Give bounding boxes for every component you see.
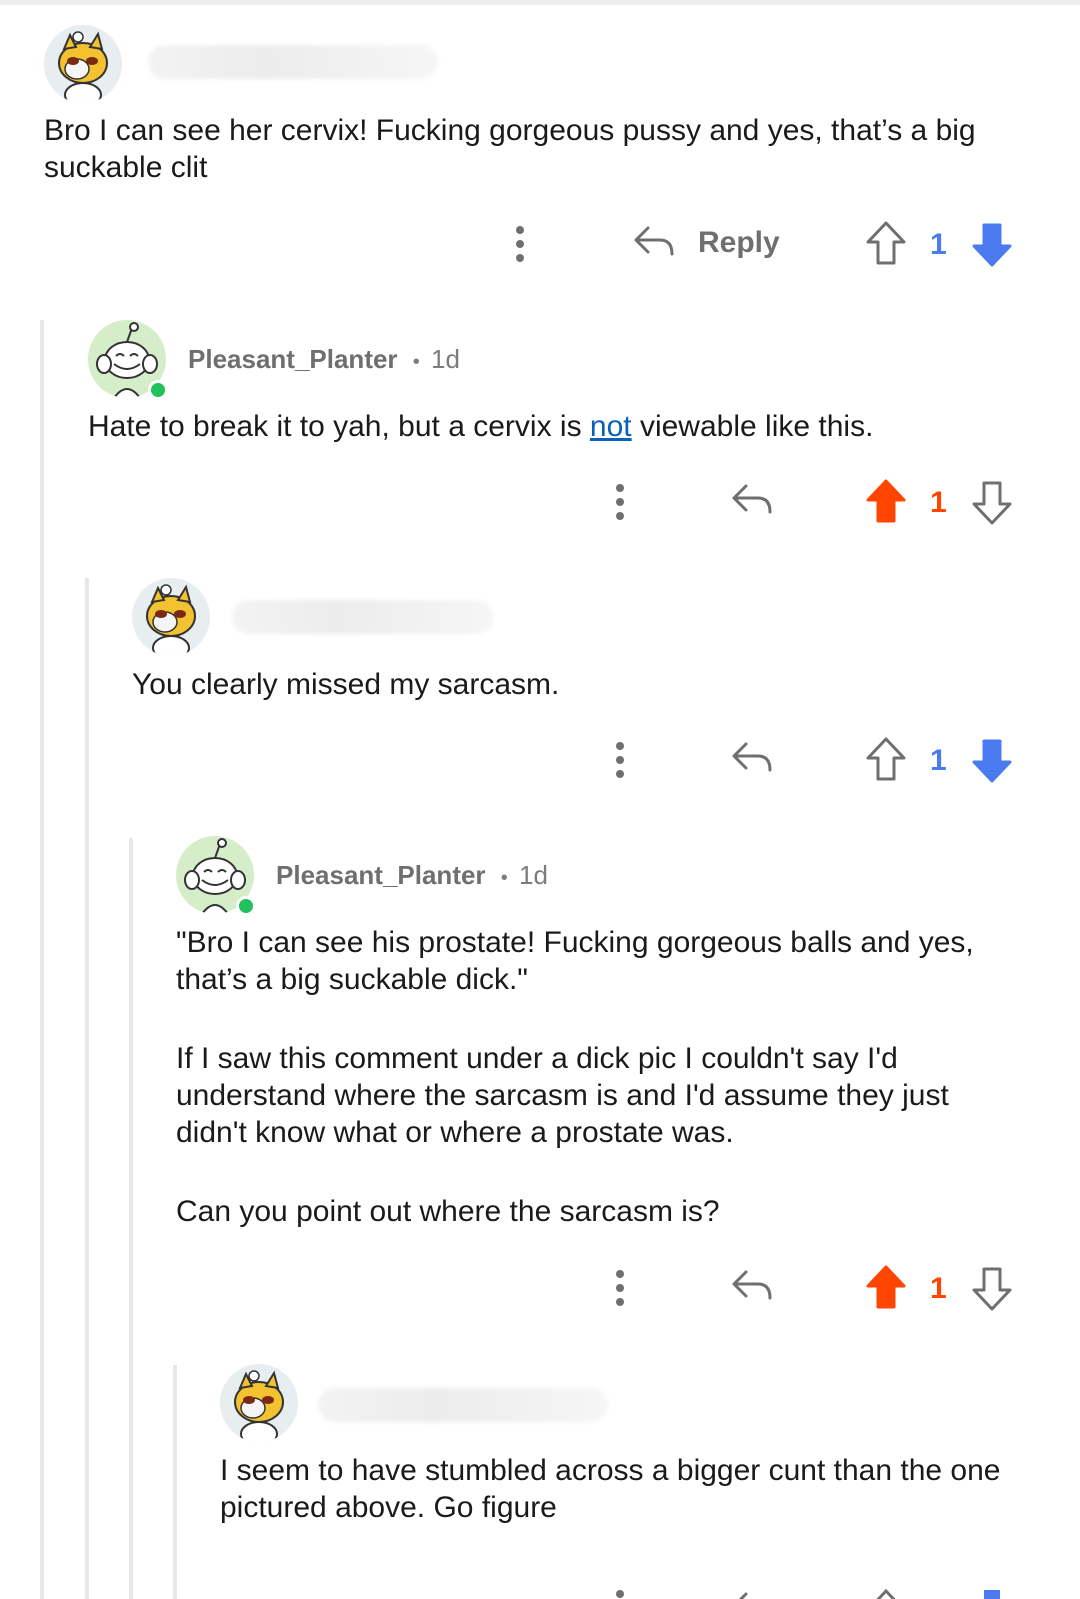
comment-actions: 1: [0, 476, 1080, 528]
comment-paragraph: Hate to break it to yah, but a cervix is…: [88, 408, 1038, 445]
reply-button[interactable]: Reply: [630, 218, 790, 270]
more-vertical-icon[interactable]: [505, 224, 535, 264]
snoo-avatar-icon: [146, 584, 196, 656]
reply-arrow-icon: [634, 226, 674, 256]
reply-arrow-icon[interactable]: [730, 740, 774, 776]
meta-separator: •: [412, 351, 420, 373]
vote-count: 1: [930, 228, 947, 261]
reply-arrow-icon[interactable]: [730, 1268, 774, 1304]
comment-age: 1d: [519, 860, 548, 890]
comment-meta: Pleasant_Planter • 1d: [188, 344, 460, 375]
vote-count: 1: [930, 744, 947, 777]
snoo-avatar-icon: [58, 31, 108, 103]
comment-paragraph: Bro I can see her cervix! Fucking gorgeo…: [44, 114, 976, 184]
comment-actions: [0, 1588, 1080, 1599]
redacted-username: [148, 45, 438, 79]
snoo-avatar-icon: [234, 1370, 284, 1442]
redacted-username: [232, 600, 494, 634]
username[interactable]: Pleasant_Planter: [188, 344, 398, 374]
upvote-arrow-icon[interactable]: [864, 220, 908, 266]
username[interactable]: Pleasant_Planter: [276, 860, 486, 890]
comment-body: I seem to have stumbled across a bigger …: [220, 1452, 1020, 1568]
thread-line-depth-3[interactable]: [129, 838, 133, 1599]
downvote-arrow-icon[interactable]: [970, 1588, 1014, 1599]
vote-count: 1: [930, 486, 947, 519]
comment-paragraph: Can you point out where the sarcasm is?: [176, 1195, 720, 1228]
more-vertical-icon[interactable]: [605, 1268, 635, 1308]
comment-actions: Reply 1: [0, 218, 1080, 270]
comment-paragraph: If I saw this comment under a dick pic I…: [176, 1042, 949, 1149]
body-link[interactable]: not: [590, 410, 632, 443]
upvote-arrow-icon[interactable]: [864, 736, 908, 782]
downvote-arrow-icon[interactable]: [970, 1266, 1014, 1312]
avatar[interactable]: [220, 1364, 298, 1442]
top-divider: [0, 0, 1080, 5]
comment-actions: 1: [0, 734, 1080, 786]
comment-body: Bro I can see her cervix! Fucking gorgeo…: [44, 112, 1034, 228]
more-vertical-icon[interactable]: [605, 482, 635, 522]
vote-count: 1: [930, 1272, 947, 1305]
reply-label: Reply: [698, 226, 780, 259]
downvote-arrow-icon[interactable]: [970, 738, 1014, 784]
redacted-username: [318, 1388, 608, 1422]
text-segment: viewable like this.: [631, 410, 874, 443]
thread-line-depth-2[interactable]: [85, 578, 89, 1599]
downvote-arrow-icon[interactable]: [970, 480, 1014, 526]
text-segment: Hate to break it to yah, but a cervix is: [88, 410, 590, 443]
comment-actions: 1: [0, 1262, 1080, 1314]
comment-paragraph: I seem to have stumbled across a bigger …: [220, 1454, 1001, 1524]
avatar[interactable]: [44, 25, 122, 103]
comment-meta: Pleasant_Planter • 1d: [276, 860, 548, 891]
meta-separator: •: [500, 867, 508, 889]
more-vertical-icon[interactable]: [605, 740, 635, 780]
online-status-indicator: [148, 380, 168, 400]
comment-paragraph: You clearly missed my sarcasm.: [132, 668, 560, 701]
comment-body: "Bro I can see his prostate! Fucking gor…: [176, 924, 1026, 1272]
upvote-arrow-icon[interactable]: [864, 1264, 908, 1310]
more-vertical-icon[interactable]: [605, 1588, 635, 1599]
upvote-arrow-icon[interactable]: [864, 478, 908, 524]
reply-arrow-icon[interactable]: [730, 1590, 774, 1599]
avatar[interactable]: [132, 578, 210, 656]
thread-line-depth-4[interactable]: [173, 1365, 177, 1599]
upvote-arrow-icon[interactable]: [864, 1588, 908, 1599]
online-status-indicator: [236, 896, 256, 916]
comment-age: 1d: [431, 344, 460, 374]
reply-arrow-icon[interactable]: [730, 482, 774, 518]
comment-paragraph: "Bro I can see his prostate! Fucking gor…: [176, 926, 974, 996]
downvote-arrow-icon[interactable]: [970, 222, 1014, 268]
